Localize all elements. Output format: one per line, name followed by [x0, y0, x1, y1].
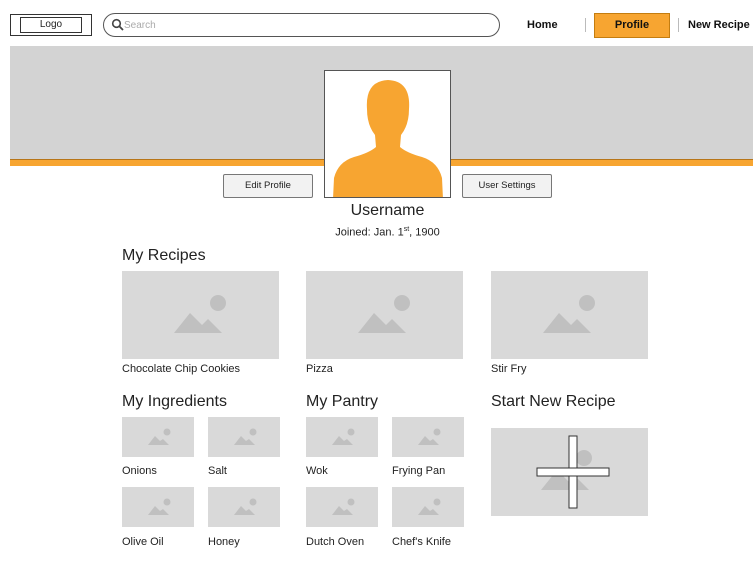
- joined-date: Joined: Jan. 1st, 1900: [300, 226, 475, 239]
- ingredient-caption[interactable]: Olive Oil: [122, 536, 164, 548]
- pantry-thumbnail[interactable]: [392, 487, 464, 527]
- joined-year: , 1900: [409, 226, 440, 239]
- nav-divider: [585, 18, 586, 32]
- ingredient-thumbnail[interactable]: [122, 417, 194, 457]
- my-recipes-title: My Recipes: [122, 247, 206, 264]
- user-settings-button[interactable]: User Settings: [462, 174, 552, 198]
- image-placeholder-icon: [358, 295, 410, 333]
- search-icon: [111, 18, 124, 31]
- user-silhouette-icon: [333, 80, 443, 197]
- my-ingredients-title: My Ingredients: [122, 393, 227, 410]
- image-placeholder-icon: [148, 498, 171, 515]
- recipe-caption[interactable]: Pizza: [306, 363, 333, 375]
- ingredient-caption[interactable]: Onions: [122, 465, 157, 477]
- nav-new-recipe[interactable]: New Recipe: [688, 17, 750, 33]
- add-icon: [536, 435, 610, 509]
- pantry-thumbnail[interactable]: [306, 417, 378, 457]
- image-placeholder-icon: [332, 498, 355, 515]
- edit-profile-button[interactable]: Edit Profile: [223, 174, 313, 198]
- joined-prefix: Joined: Jan. 1: [335, 226, 404, 239]
- pantry-caption[interactable]: Wok: [306, 465, 328, 477]
- image-placeholder-icon: [174, 295, 226, 333]
- image-placeholder-icon: [418, 498, 441, 515]
- recipe-thumbnail[interactable]: [306, 271, 463, 359]
- image-placeholder-icon: [234, 428, 257, 445]
- recipe-caption[interactable]: Stir Fry: [491, 363, 526, 375]
- pantry-thumbnail[interactable]: [306, 487, 378, 527]
- recipe-thumbnail[interactable]: [491, 271, 648, 359]
- recipe-caption[interactable]: Chocolate Chip Cookies: [122, 363, 240, 375]
- logo[interactable]: Logo: [10, 14, 92, 36]
- search-bar[interactable]: [103, 13, 500, 37]
- logo-label: Logo: [20, 17, 82, 33]
- pantry-caption[interactable]: Dutch Oven: [306, 536, 364, 548]
- nav-profile[interactable]: Profile: [594, 13, 670, 38]
- image-placeholder-icon: [418, 428, 441, 445]
- start-new-recipe-button[interactable]: [491, 428, 648, 516]
- ingredient-thumbnail[interactable]: [208, 487, 280, 527]
- pantry-caption[interactable]: Chef's Knife: [392, 536, 451, 548]
- search-input[interactable]: [124, 17, 484, 33]
- ingredient-caption[interactable]: Honey: [208, 536, 240, 548]
- nav-home[interactable]: Home: [527, 17, 558, 33]
- username: Username: [350, 202, 425, 219]
- pantry-caption[interactable]: Frying Pan: [392, 465, 445, 477]
- image-placeholder-icon: [332, 428, 355, 445]
- ingredient-thumbnail[interactable]: [122, 487, 194, 527]
- ingredient-thumbnail[interactable]: [208, 417, 280, 457]
- recipe-thumbnail[interactable]: [122, 271, 279, 359]
- start-new-recipe-title: Start New Recipe: [491, 393, 616, 410]
- ingredient-caption[interactable]: Salt: [208, 465, 227, 477]
- image-placeholder-icon: [234, 498, 257, 515]
- pantry-thumbnail[interactable]: [392, 417, 464, 457]
- my-pantry-title: My Pantry: [306, 393, 379, 410]
- image-placeholder-icon: [543, 295, 595, 333]
- image-placeholder-icon: [148, 428, 171, 445]
- avatar[interactable]: [324, 70, 451, 198]
- nav-divider: [678, 18, 679, 32]
